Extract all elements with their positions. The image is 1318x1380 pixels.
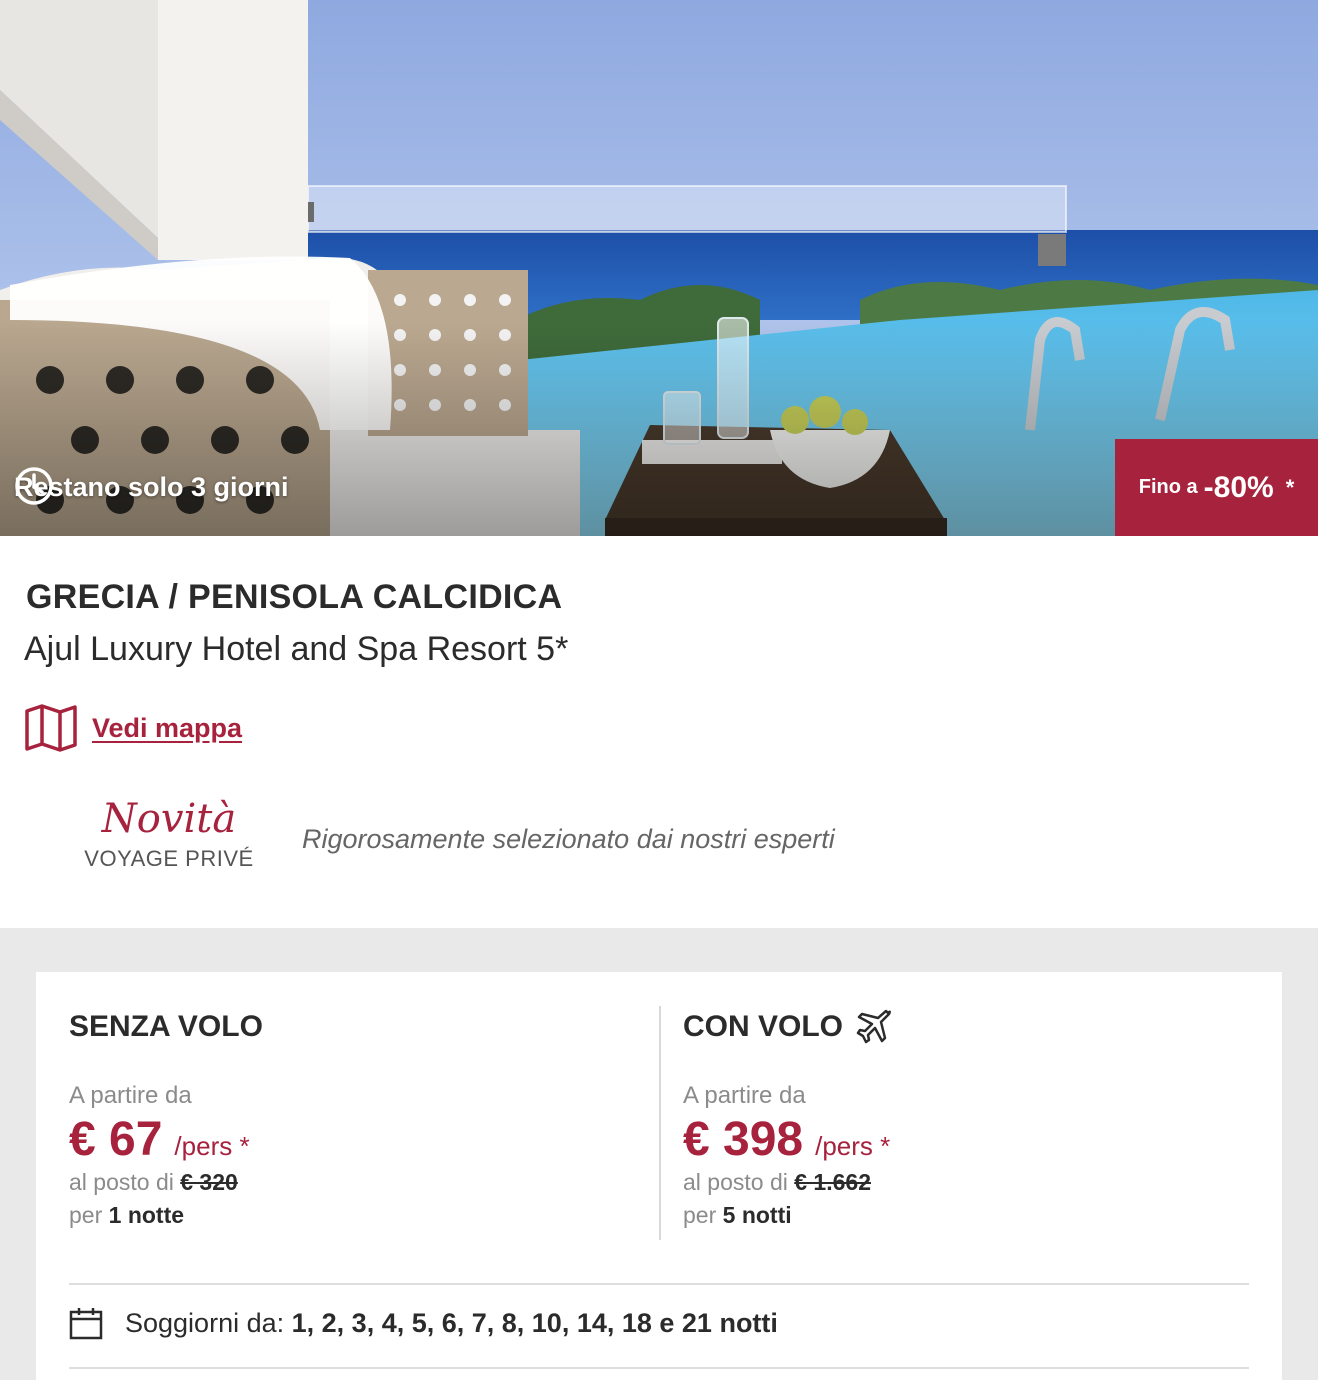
offer-price: € 398 (683, 1113, 804, 1166)
offer-divider (659, 1006, 661, 1240)
location-title: GRECIA / PENISOLA CALCIDICA (26, 578, 563, 616)
map-link-label[interactable]: Vedi mappa (92, 713, 242, 744)
discount-prefix: Fino a (1138, 476, 1198, 498)
offer-per-word: per (69, 1202, 103, 1228)
offer-nights: 1 notte (108, 1202, 185, 1228)
timer-badge: Restano solo 3 giorni (14, 466, 289, 508)
offer-title: CON VOLO (683, 1010, 844, 1043)
clock-icon (15, 467, 53, 505)
calendar-icon (69, 1308, 103, 1340)
hero-image[interactable]: Restano solo 3 giorni Fino a -80% * (0, 0, 1318, 536)
hotel-name: Ajul Luxury Hotel and Spa Resort 5* (24, 630, 569, 668)
novita-description: Rigorosamente selezionato dai nostri esp… (302, 824, 835, 854)
discount-value: -80% (1203, 470, 1274, 504)
offer-was-price: € 320 (180, 1169, 238, 1195)
offer-nights: 5 notti (722, 1202, 792, 1228)
novita-title: Novità (101, 796, 237, 842)
offer-was-label: al posto di (69, 1169, 174, 1195)
novita-brand: VOYAGE PRIVÉ (84, 846, 254, 871)
offer-with-flight[interactable]: CON VOLO A partire da € 398 /pers * al p… (683, 972, 893, 1229)
offers-card: SENZA VOLO A partire da € 67 /pers * al … (36, 972, 1282, 1380)
stay-durations: Soggiorni da: 1, 2, 3, 4, 5, 6, 7, 8, 10… (69, 1306, 778, 1340)
map-icon (25, 704, 77, 752)
offer-without-flight[interactable]: SENZA VOLO A partire da € 67 /pers * al … (69, 972, 263, 1229)
offer-title: SENZA VOLO (69, 1010, 263, 1043)
offer-per-word: per (683, 1202, 717, 1228)
airplane-icon (856, 1009, 892, 1044)
offer-from-label: A partire da (69, 1082, 192, 1109)
stays-values: 1, 2, 3, 4, 5, 6, 7, 8, 10, 14, 18 e 21 … (291, 1307, 778, 1338)
section-divider (69, 1283, 1249, 1285)
offer-was-label: al posto di (683, 1169, 788, 1195)
offer-per-label: /pers * (174, 1131, 250, 1161)
timer-text: Restano solo 3 giorni (14, 471, 289, 502)
offer-from-label: A partire da (683, 1082, 806, 1109)
offer-was-price: € 1.662 (794, 1169, 871, 1195)
stays-label: Soggiorni da: (125, 1307, 285, 1338)
map-link[interactable]: Vedi mappa (24, 703, 242, 753)
novita-badge: Novità VOYAGE PRIVÉ (62, 794, 276, 872)
offer-per-label: /pers * (815, 1131, 891, 1161)
discount-badge: Fino a -80% * (1115, 439, 1318, 536)
offer-price: € 67 (69, 1113, 163, 1166)
section-divider (69, 1367, 1249, 1369)
discount-note: * (1285, 474, 1295, 500)
